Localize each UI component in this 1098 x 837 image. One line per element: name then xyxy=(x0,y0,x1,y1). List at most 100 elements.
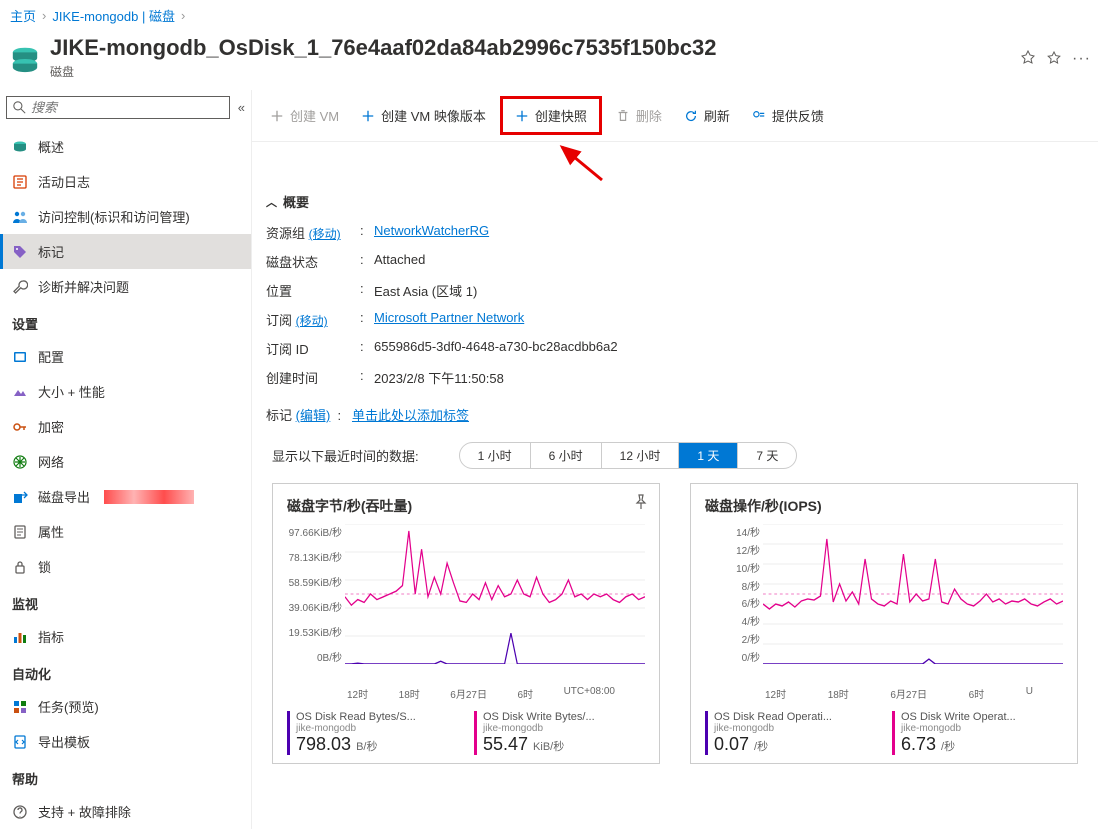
sidebar-item-label: 导出模板 xyxy=(38,732,90,751)
config-icon xyxy=(12,349,28,365)
location-value: East Asia (区域 1) xyxy=(374,281,1084,300)
sidebar-item-log[interactable]: 活动日志 xyxy=(0,164,251,199)
key-icon xyxy=(12,419,28,435)
search-input[interactable] xyxy=(31,100,223,115)
nav-section-settings: 设置 xyxy=(0,304,251,339)
toolbar: 创建 VM 创建 VM 映像版本 创建快照 删除 刷新 xyxy=(252,90,1098,142)
chart-legend: OS Disk Read Operati...jike-mongodb0.07 … xyxy=(705,711,1063,755)
sidebar-item-label: 支持 + 故障排除 xyxy=(38,802,131,821)
subscription-link[interactable]: Microsoft Partner Network xyxy=(374,310,524,325)
chart-title: 磁盘字节/秒(吞吐量) xyxy=(287,496,645,516)
overview-section-header[interactable]: ︿ 概要 xyxy=(252,182,1098,215)
move-subscription-link[interactable]: (移动) xyxy=(296,314,328,328)
sidebar-item-label: 诊断并解决问题 xyxy=(38,277,129,296)
sidebar-item-label: 访问控制(标识和访问管理) xyxy=(38,207,190,226)
add-tags-link[interactable]: 单击此处以添加标签 xyxy=(352,408,469,423)
create-snapshot-button[interactable]: 创建快照 xyxy=(507,101,595,130)
time-filter-pills: 1 小时6 小时12 小时1 天7 天 xyxy=(459,442,798,469)
wrench-icon xyxy=(12,279,28,295)
breadcrumb: 主页 › JIKE-mongodb | 磁盘 › xyxy=(0,0,1098,31)
sidebar-item-label: 任务(预览) xyxy=(38,697,99,716)
sidebar: « 概述活动日志访问控制(标识和访问管理) 标记诊断并解决问题 设置 配置大小 +… xyxy=(0,90,252,829)
collapse-sidebar-icon[interactable]: « xyxy=(238,100,245,115)
trash-icon xyxy=(616,109,630,123)
chevron-up-icon: ︿ xyxy=(266,194,277,210)
tag-icon xyxy=(12,244,28,260)
time-pill[interactable]: 7 天 xyxy=(738,443,796,468)
more-icon[interactable]: ··· xyxy=(1072,50,1088,66)
sidebar-item-key[interactable]: 加密 xyxy=(0,409,251,444)
edit-tags-link[interactable]: (编辑) xyxy=(296,408,331,423)
sidebar-item-label: 概述 xyxy=(38,137,64,156)
props-icon xyxy=(12,524,28,540)
disk-icon xyxy=(12,139,28,155)
metrics-icon xyxy=(12,629,28,645)
chart-title: 磁盘操作/秒(IOPS) xyxy=(705,496,1063,516)
chart-xaxis: 12时18时6月27日6时U xyxy=(705,684,1063,701)
sidebar-item-label: 属性 xyxy=(38,522,64,541)
chevron-right-icon: › xyxy=(181,8,185,23)
chart-legend: OS Disk Read Bytes/S...jike-mongodb798.0… xyxy=(287,711,645,755)
size-icon xyxy=(12,384,28,400)
template-icon xyxy=(12,734,28,750)
tags-row: 标记 (编辑) : 单击此处以添加标签 xyxy=(252,391,1098,438)
disk-icon xyxy=(10,43,40,73)
time-pill[interactable]: 1 天 xyxy=(679,443,738,468)
refresh-icon xyxy=(684,109,698,123)
log-icon xyxy=(12,174,28,190)
time-pill[interactable]: 1 小时 xyxy=(460,443,531,468)
breadcrumb-parent[interactable]: JIKE-mongodb | 磁盘 xyxy=(52,6,175,25)
lock-icon xyxy=(12,559,28,575)
nav-section-help: 帮助 xyxy=(0,759,251,794)
time-pill[interactable]: 6 小时 xyxy=(531,443,602,468)
sidebar-item-net[interactable]: 网络 xyxy=(0,444,251,479)
chart-card: 磁盘操作/秒(IOPS)14/秒12/秒10/秒8/秒6/秒4/秒2/秒0/秒1… xyxy=(690,483,1078,764)
sidebar-item-label: 活动日志 xyxy=(38,172,90,191)
sidebar-item-props[interactable]: 属性 xyxy=(0,514,251,549)
sidebar-item-lock[interactable]: 锁 xyxy=(0,549,251,584)
tasks-icon xyxy=(12,699,28,715)
subscription-id-value: 655986d5-3df0-4648-a730-bc28acdbb6a2 xyxy=(374,339,1084,358)
create-vm-button: 创建 VM xyxy=(262,101,347,130)
create-image-button[interactable]: 创建 VM 映像版本 xyxy=(353,101,494,130)
net-icon xyxy=(12,454,28,470)
pin-chart-icon[interactable] xyxy=(633,494,649,510)
help-icon xyxy=(12,804,28,820)
callout-arrow xyxy=(252,142,1098,182)
sidebar-item-tasks[interactable]: 任务(预览) xyxy=(0,689,251,724)
sidebar-item-disk[interactable]: 概述 xyxy=(0,129,251,164)
page-subtitle: 磁盘 xyxy=(50,63,1010,80)
charts-row: 磁盘字节/秒(吞吐量) 97.66KiB/秒78.13KiB/秒58.59KiB/… xyxy=(252,483,1098,764)
sidebar-item-size[interactable]: 大小 + 性能 xyxy=(0,374,251,409)
nav-section-monitor: 监视 xyxy=(0,584,251,619)
sidebar-item-template[interactable]: 导出模板 xyxy=(0,724,251,759)
disk-state-value: Attached xyxy=(374,252,1084,271)
chart-card: 磁盘字节/秒(吞吐量) 97.66KiB/秒78.13KiB/秒58.59KiB/… xyxy=(272,483,660,764)
sidebar-item-label: 标记 xyxy=(38,242,64,261)
sidebar-item-label: 大小 + 性能 xyxy=(38,382,105,401)
search-icon xyxy=(13,101,26,114)
sidebar-item-tag[interactable]: 标记 xyxy=(0,234,251,269)
time-pill[interactable]: 12 小时 xyxy=(602,443,680,468)
sidebar-item-wrench[interactable]: 诊断并解决问题 xyxy=(0,269,251,304)
sidebar-item-config[interactable]: 配置 xyxy=(0,339,251,374)
move-resource-group-link[interactable]: (移动) xyxy=(309,227,341,241)
sidebar-item-people[interactable]: 访问控制(标识和访问管理) xyxy=(0,199,251,234)
feedback-button[interactable]: 提供反馈 xyxy=(744,101,832,130)
time-filter-row: 显示以下最近时间的数据: 1 小时6 小时12 小时1 天7 天 xyxy=(252,438,1098,483)
plus-icon xyxy=(270,109,284,123)
search-box[interactable] xyxy=(6,96,230,119)
page-title: JIKE-mongodb_OsDisk_1_76e4aaf02da84ab299… xyxy=(50,35,1010,61)
sidebar-item-export[interactable]: 磁盘导出 xyxy=(0,479,251,514)
pin-icon[interactable] xyxy=(1020,50,1036,66)
breadcrumb-home[interactable]: 主页 xyxy=(10,6,36,25)
resource-group-link[interactable]: NetworkWatcherRG xyxy=(374,223,489,238)
sidebar-item-help[interactable]: 支持 + 故障排除 xyxy=(0,794,251,829)
sidebar-item-metrics[interactable]: 指标 xyxy=(0,619,251,654)
sidebar-item-label: 指标 xyxy=(38,627,64,646)
refresh-button[interactable]: 刷新 xyxy=(676,101,738,130)
chart-xaxis: 12时18时6月27日6时UTC+08:00 xyxy=(287,684,645,701)
favorite-icon[interactable] xyxy=(1046,50,1062,66)
legend-item: OS Disk Write Operat...jike-mongodb6.73 … xyxy=(892,711,1063,755)
chart-plot: 97.66KiB/秒78.13KiB/秒58.59KiB/秒39.06KiB/秒… xyxy=(287,524,645,684)
